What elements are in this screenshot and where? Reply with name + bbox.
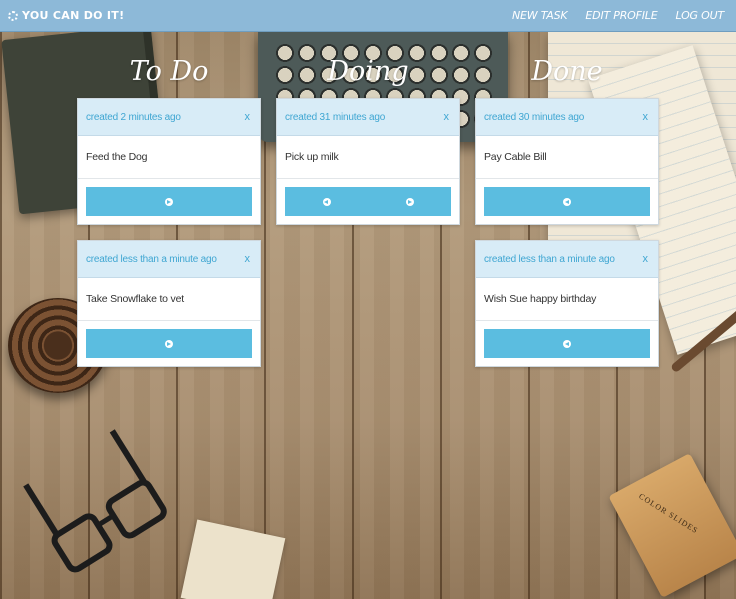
delete-task-button[interactable]: x (442, 111, 452, 123)
new-task-link[interactable]: NEW TASK (512, 9, 568, 22)
delete-task-button[interactable]: x (641, 111, 651, 123)
card-header: created less than a minute ago x (78, 241, 260, 278)
card-footer (476, 179, 658, 224)
card-footer (277, 179, 459, 224)
created-time: created less than a minute ago (484, 253, 615, 265)
eyeglasses-decoration (16, 423, 184, 593)
navbar: YOU CAN DO IT! NEW TASK EDIT PROFILE LOG… (0, 0, 736, 32)
task-card: created less than a minute ago x Take Sn… (77, 240, 261, 367)
task-text: Wish Sue happy birthday (476, 278, 658, 321)
card-footer (78, 321, 260, 366)
task-card: created 31 minutes ago x Pick up milk (276, 98, 460, 225)
arrow-right-icon (405, 197, 414, 206)
paper-decoration (180, 519, 286, 599)
task-text: Pick up milk (277, 136, 459, 179)
task-text: Feed the Dog (78, 136, 260, 179)
delete-task-button[interactable]: x (243, 253, 253, 265)
brand-link[interactable]: YOU CAN DO IT! (8, 9, 124, 22)
column-title-done: Done (531, 56, 603, 87)
move-right-button[interactable] (368, 187, 451, 216)
move-right-button[interactable] (86, 329, 252, 358)
arrow-left-icon (563, 339, 571, 348)
column-title-to-do: To Do (129, 56, 209, 87)
color-slides-box-decoration: COLOR SLIDES (608, 453, 736, 598)
task-text: Pay Cable Bill (476, 136, 658, 179)
column-title-doing: Doing (327, 56, 409, 87)
card-header: created 2 minutes ago x (78, 99, 260, 136)
arrow-left-icon (563, 197, 571, 206)
brand-label: YOU CAN DO IT! (22, 9, 125, 22)
move-left-button[interactable] (484, 329, 650, 358)
task-card: created 30 minutes ago x Pay Cable Bill (475, 98, 659, 225)
arrow-left-icon (322, 197, 331, 206)
move-right-button[interactable] (86, 187, 252, 216)
spinner-icon (8, 10, 18, 21)
created-time: created 31 minutes ago (285, 111, 386, 123)
move-button-row (86, 329, 252, 358)
arrow-right-icon (165, 339, 173, 348)
created-time: created less than a minute ago (86, 253, 217, 265)
created-time: created 2 minutes ago (86, 111, 181, 123)
task-card: created 2 minutes ago x Feed the Dog (77, 98, 261, 225)
delete-task-button[interactable]: x (243, 111, 253, 123)
slide-box-label: COLOR SLIDES (637, 491, 700, 536)
move-left-button[interactable] (484, 187, 650, 216)
card-header: created less than a minute ago x (476, 241, 658, 278)
edit-profile-link[interactable]: EDIT PROFILE (585, 9, 657, 22)
card-footer (78, 179, 260, 224)
move-button-row (484, 187, 650, 216)
task-text: Take Snowflake to vet (78, 278, 260, 321)
card-header: created 31 minutes ago x (277, 99, 459, 136)
nav-links: NEW TASK EDIT PROFILE LOG OUT (512, 9, 724, 22)
delete-task-button[interactable]: x (641, 253, 651, 265)
task-card: created less than a minute ago x Wish Su… (475, 240, 659, 367)
move-button-row (86, 187, 252, 216)
log-out-link[interactable]: LOG OUT (676, 9, 725, 22)
card-footer (476, 321, 658, 366)
card-header: created 30 minutes ago x (476, 99, 658, 136)
move-left-button[interactable] (285, 187, 368, 216)
created-time: created 30 minutes ago (484, 111, 585, 123)
arrow-right-icon (165, 197, 173, 206)
move-button-row (285, 187, 451, 216)
move-button-row (484, 329, 650, 358)
